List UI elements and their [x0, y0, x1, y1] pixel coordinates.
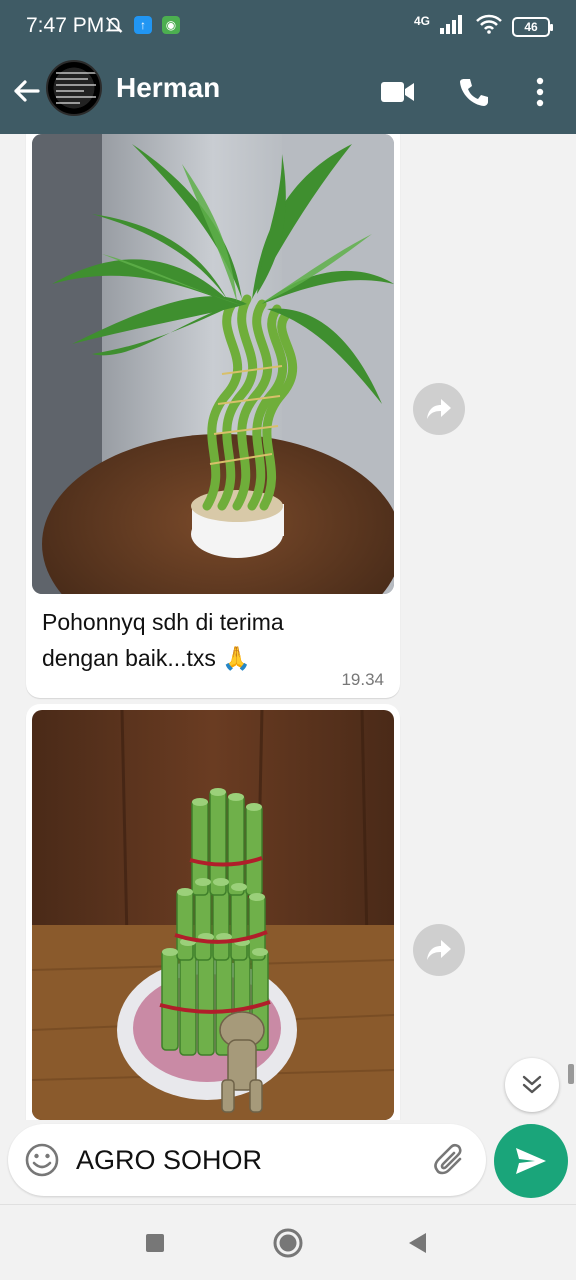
- send-icon: [516, 1148, 546, 1174]
- forward-icon[interactable]: [413, 924, 465, 976]
- message-caption: Pohonnyq sdh di terima dengan baik...txs…: [42, 609, 284, 671]
- status-right: 4G 46: [413, 13, 553, 39]
- recents-square-icon[interactable]: [139, 1227, 171, 1259]
- system-nav-bar: [0, 1204, 576, 1280]
- message-image-bamboo-tower[interactable]: [32, 710, 394, 1120]
- wifi-icon: [476, 14, 502, 39]
- message-bubble[interactable]: [26, 704, 400, 1120]
- message-time: 19.34: [341, 670, 384, 689]
- status-left-icons: ↑ ◉: [104, 15, 180, 35]
- composer-pill: [8, 1124, 486, 1196]
- send-button[interactable]: [494, 1124, 568, 1198]
- network-label: 4G: [413, 13, 430, 28]
- emoji-icon[interactable]: [24, 1142, 60, 1178]
- message-bubble[interactable]: Pohonnyq sdh di terima dengan baik...txs…: [26, 134, 400, 698]
- scrollbar-thumb[interactable]: [568, 1064, 574, 1084]
- mute-icon: [104, 15, 124, 35]
- composer-bar: [0, 1120, 576, 1204]
- chat-area[interactable]: Pohonnyq sdh di terima dengan baik...txs…: [0, 134, 576, 1120]
- avatar[interactable]: [46, 60, 102, 116]
- forward-icon[interactable]: [413, 383, 465, 435]
- status-time: 7:47 PM: [26, 14, 105, 37]
- message-input[interactable]: [76, 1142, 406, 1178]
- contact-name[interactable]: Herman: [116, 72, 220, 104]
- signal-icon: [440, 14, 466, 39]
- upload-badge-icon: ↑: [134, 16, 152, 34]
- status-bar: 7:47 PM ↑ ◉ 4G 46: [0, 0, 576, 54]
- more-vert-icon[interactable]: [520, 72, 560, 112]
- video-call-icon[interactable]: [378, 72, 418, 112]
- back-triangle-icon[interactable]: [402, 1227, 434, 1259]
- battery-icon: 46: [512, 16, 553, 37]
- chat-header: Herman: [0, 54, 576, 134]
- scroll-to-bottom-button[interactable]: [505, 1058, 559, 1112]
- android-badge-icon: ◉: [162, 16, 180, 34]
- home-circle-icon[interactable]: [272, 1227, 304, 1259]
- back-arrow-icon[interactable]: [10, 74, 44, 108]
- message-image-twisted-bamboo[interactable]: [32, 134, 394, 594]
- double-chevron-down-icon: [522, 1075, 542, 1094]
- attach-icon[interactable]: [432, 1142, 468, 1178]
- voice-call-icon[interactable]: [454, 72, 494, 112]
